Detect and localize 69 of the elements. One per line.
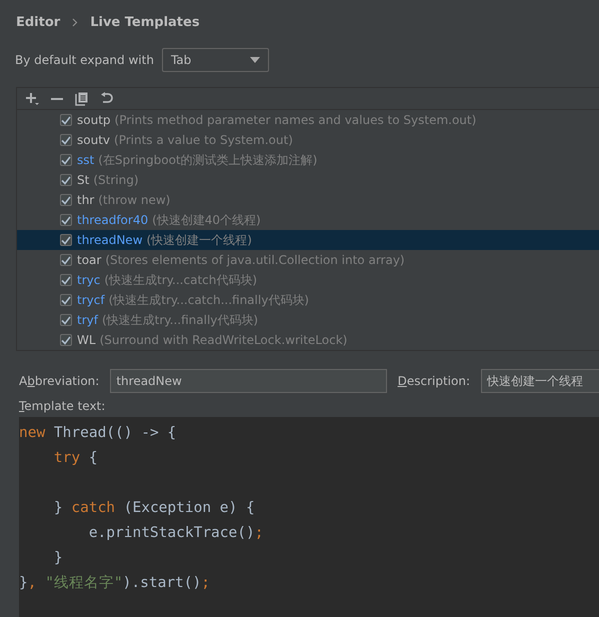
template-description: (快速生成try...finally代码块) xyxy=(102,312,258,328)
checkbox[interactable] xyxy=(60,214,72,226)
template-row[interactable]: soutp (Prints method parameter names and values to System.out) xyxy=(17,110,599,130)
template-abbreviation: threadNew xyxy=(77,233,143,247)
abbreviation-label: Abbreviation: xyxy=(19,374,100,388)
template-abbreviation: tryc xyxy=(77,273,100,287)
template-row[interactable]: threadfor40 (快速创建40个线程) xyxy=(17,210,599,230)
template-description: (快速创建40个线程) xyxy=(152,212,261,228)
template-row[interactable]: threadNew (快速创建一个线程) xyxy=(17,230,599,250)
code-line: new Thread(() -> { xyxy=(19,425,176,441)
add-icon[interactable] xyxy=(25,92,39,106)
checkbox[interactable] xyxy=(60,194,72,206)
template-editor[interactable]: new Thread(() -> { try { } catch (Exception e) { e.printStackTrace(); } }, "线程名字").start(); xyxy=(19,417,599,617)
checkbox[interactable] xyxy=(60,314,72,326)
template-row[interactable]: soutv (Prints a value to System.out) xyxy=(17,130,599,150)
template-description: (快速生成try...catch...finally代码块) xyxy=(108,292,309,308)
chevron-icon xyxy=(72,18,78,26)
checkbox[interactable] xyxy=(60,274,72,286)
checkbox[interactable] xyxy=(60,134,72,146)
checkbox[interactable] xyxy=(60,294,72,306)
template-row[interactable]: trycf (快速生成try...catch...finally代码块) xyxy=(17,290,599,310)
breadcrumb-item[interactable]: Editor xyxy=(16,14,60,30)
template-row[interactable]: WL (Surround with ReadWriteLock.writeLock) xyxy=(17,330,599,350)
template-abbreviation: sst xyxy=(77,153,94,167)
checkbox[interactable] xyxy=(60,334,72,346)
checkbox[interactable] xyxy=(60,114,72,126)
template-abbreviation: trycf xyxy=(77,293,105,307)
template-description: (Prints method parameter names and values to System.out) xyxy=(114,113,476,127)
code-line: e.printStackTrace(); xyxy=(88,525,264,541)
template-text-label: Template text: xyxy=(19,399,106,413)
template-abbreviation: soutp xyxy=(77,113,111,127)
template-abbreviation: soutv xyxy=(77,133,110,147)
code-line: } catch (Exception e) { xyxy=(54,500,255,516)
template-description: (快速生成try...catch代码块) xyxy=(104,272,258,288)
checkbox[interactable] xyxy=(60,174,72,186)
template-row[interactable]: toar (Stores elements of java.util.Collection into array) xyxy=(17,250,599,270)
checkbox[interactable] xyxy=(60,154,72,166)
expand-label: By default expand with xyxy=(15,53,154,67)
abbreviation-field[interactable]: threadNew xyxy=(110,369,387,393)
breadcrumb-item[interactable]: Live Templates xyxy=(90,14,200,30)
template-row[interactable]: St (String) xyxy=(17,170,599,190)
undo-icon[interactable] xyxy=(100,92,113,105)
expand-dropdown[interactable]: Tab xyxy=(162,48,269,72)
copy-icon[interactable] xyxy=(75,92,88,106)
code-line: }, "线程名字").start(); xyxy=(19,575,210,591)
template-description: (快速创建一个线程) xyxy=(146,232,252,248)
dropdown-arrow-icon xyxy=(250,57,260,63)
code-line: try { xyxy=(54,450,98,466)
template-row[interactable]: thr (throw new) xyxy=(17,190,599,210)
template-description: (在Springboot的测试类上快速添加注解) xyxy=(98,152,318,168)
description-label: Description: xyxy=(398,374,470,388)
template-description: (throw new) xyxy=(98,193,170,207)
template-row[interactable]: tryc (快速生成try...catch代码块) xyxy=(17,270,599,290)
template-row[interactable]: sst (在Springboot的测试类上快速添加注解) xyxy=(17,150,599,170)
template-row[interactable]: tryf (快速生成try...finally代码块) xyxy=(17,310,599,330)
code-line: } xyxy=(54,550,63,566)
checkbox[interactable] xyxy=(60,234,72,246)
template-description: (Prints a value to System.out) xyxy=(114,133,293,147)
template-abbreviation: tryf xyxy=(77,313,98,327)
template-abbreviation: thr xyxy=(77,193,94,207)
template-abbreviation: St xyxy=(77,173,90,187)
template-description: (Stores elements of java.util.Collection into array) xyxy=(105,253,405,267)
checkbox[interactable] xyxy=(60,254,72,266)
template-description: (String) xyxy=(93,173,139,187)
template-abbreviation: toar xyxy=(77,253,102,267)
description-field[interactable]: 快速创建一个线程 xyxy=(481,369,599,393)
template-description: (Surround with ReadWriteLock.writeLock) xyxy=(100,333,348,347)
template-abbreviation: threadfor40 xyxy=(77,213,148,227)
template-abbreviation: WL xyxy=(77,333,96,347)
